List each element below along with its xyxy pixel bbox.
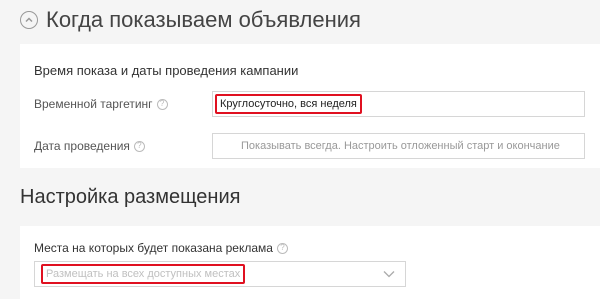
dates-label: Дата проведения	[34, 139, 130, 153]
dates-placeholder: Показывать всегда. Настроить отложенный …	[241, 140, 560, 152]
collapse-chevron-up-icon[interactable]	[20, 11, 38, 29]
section-when-header[interactable]: Когда показываем объявления	[20, 6, 361, 34]
schedule-subtitle: Время показа и даты проведения кампании	[34, 63, 299, 78]
chevron-down-icon[interactable]	[383, 270, 395, 278]
help-icon[interactable]: ?	[133, 140, 145, 152]
campaign-dates-field[interactable]: Показывать всегда. Настроить отложенный …	[212, 133, 585, 159]
time-targeting-field[interactable]: Круглосуточно, вся неделя	[212, 91, 585, 117]
placements-label: Места на которых будет показана реклама	[34, 241, 273, 255]
placements-selected-value: Размещать на всех доступных местах	[41, 264, 246, 284]
help-icon[interactable]: ?	[156, 98, 168, 110]
targeting-value: Круглосуточно, вся неделя	[215, 94, 362, 114]
targeting-label: Временной таргетинг	[34, 97, 153, 111]
placements-label-row: Места на которых будет показана реклама …	[34, 241, 288, 255]
dates-label-row: Дата проведения ?	[34, 139, 145, 153]
placements-select[interactable]: Размещать на всех доступных местах	[34, 261, 406, 287]
section-when-title: Когда показываем объявления	[46, 7, 361, 32]
section-placement-title: Настройка размещения	[20, 186, 241, 208]
help-icon[interactable]: ?	[276, 242, 288, 254]
targeting-label-row: Временной таргетинг ?	[34, 97, 168, 111]
